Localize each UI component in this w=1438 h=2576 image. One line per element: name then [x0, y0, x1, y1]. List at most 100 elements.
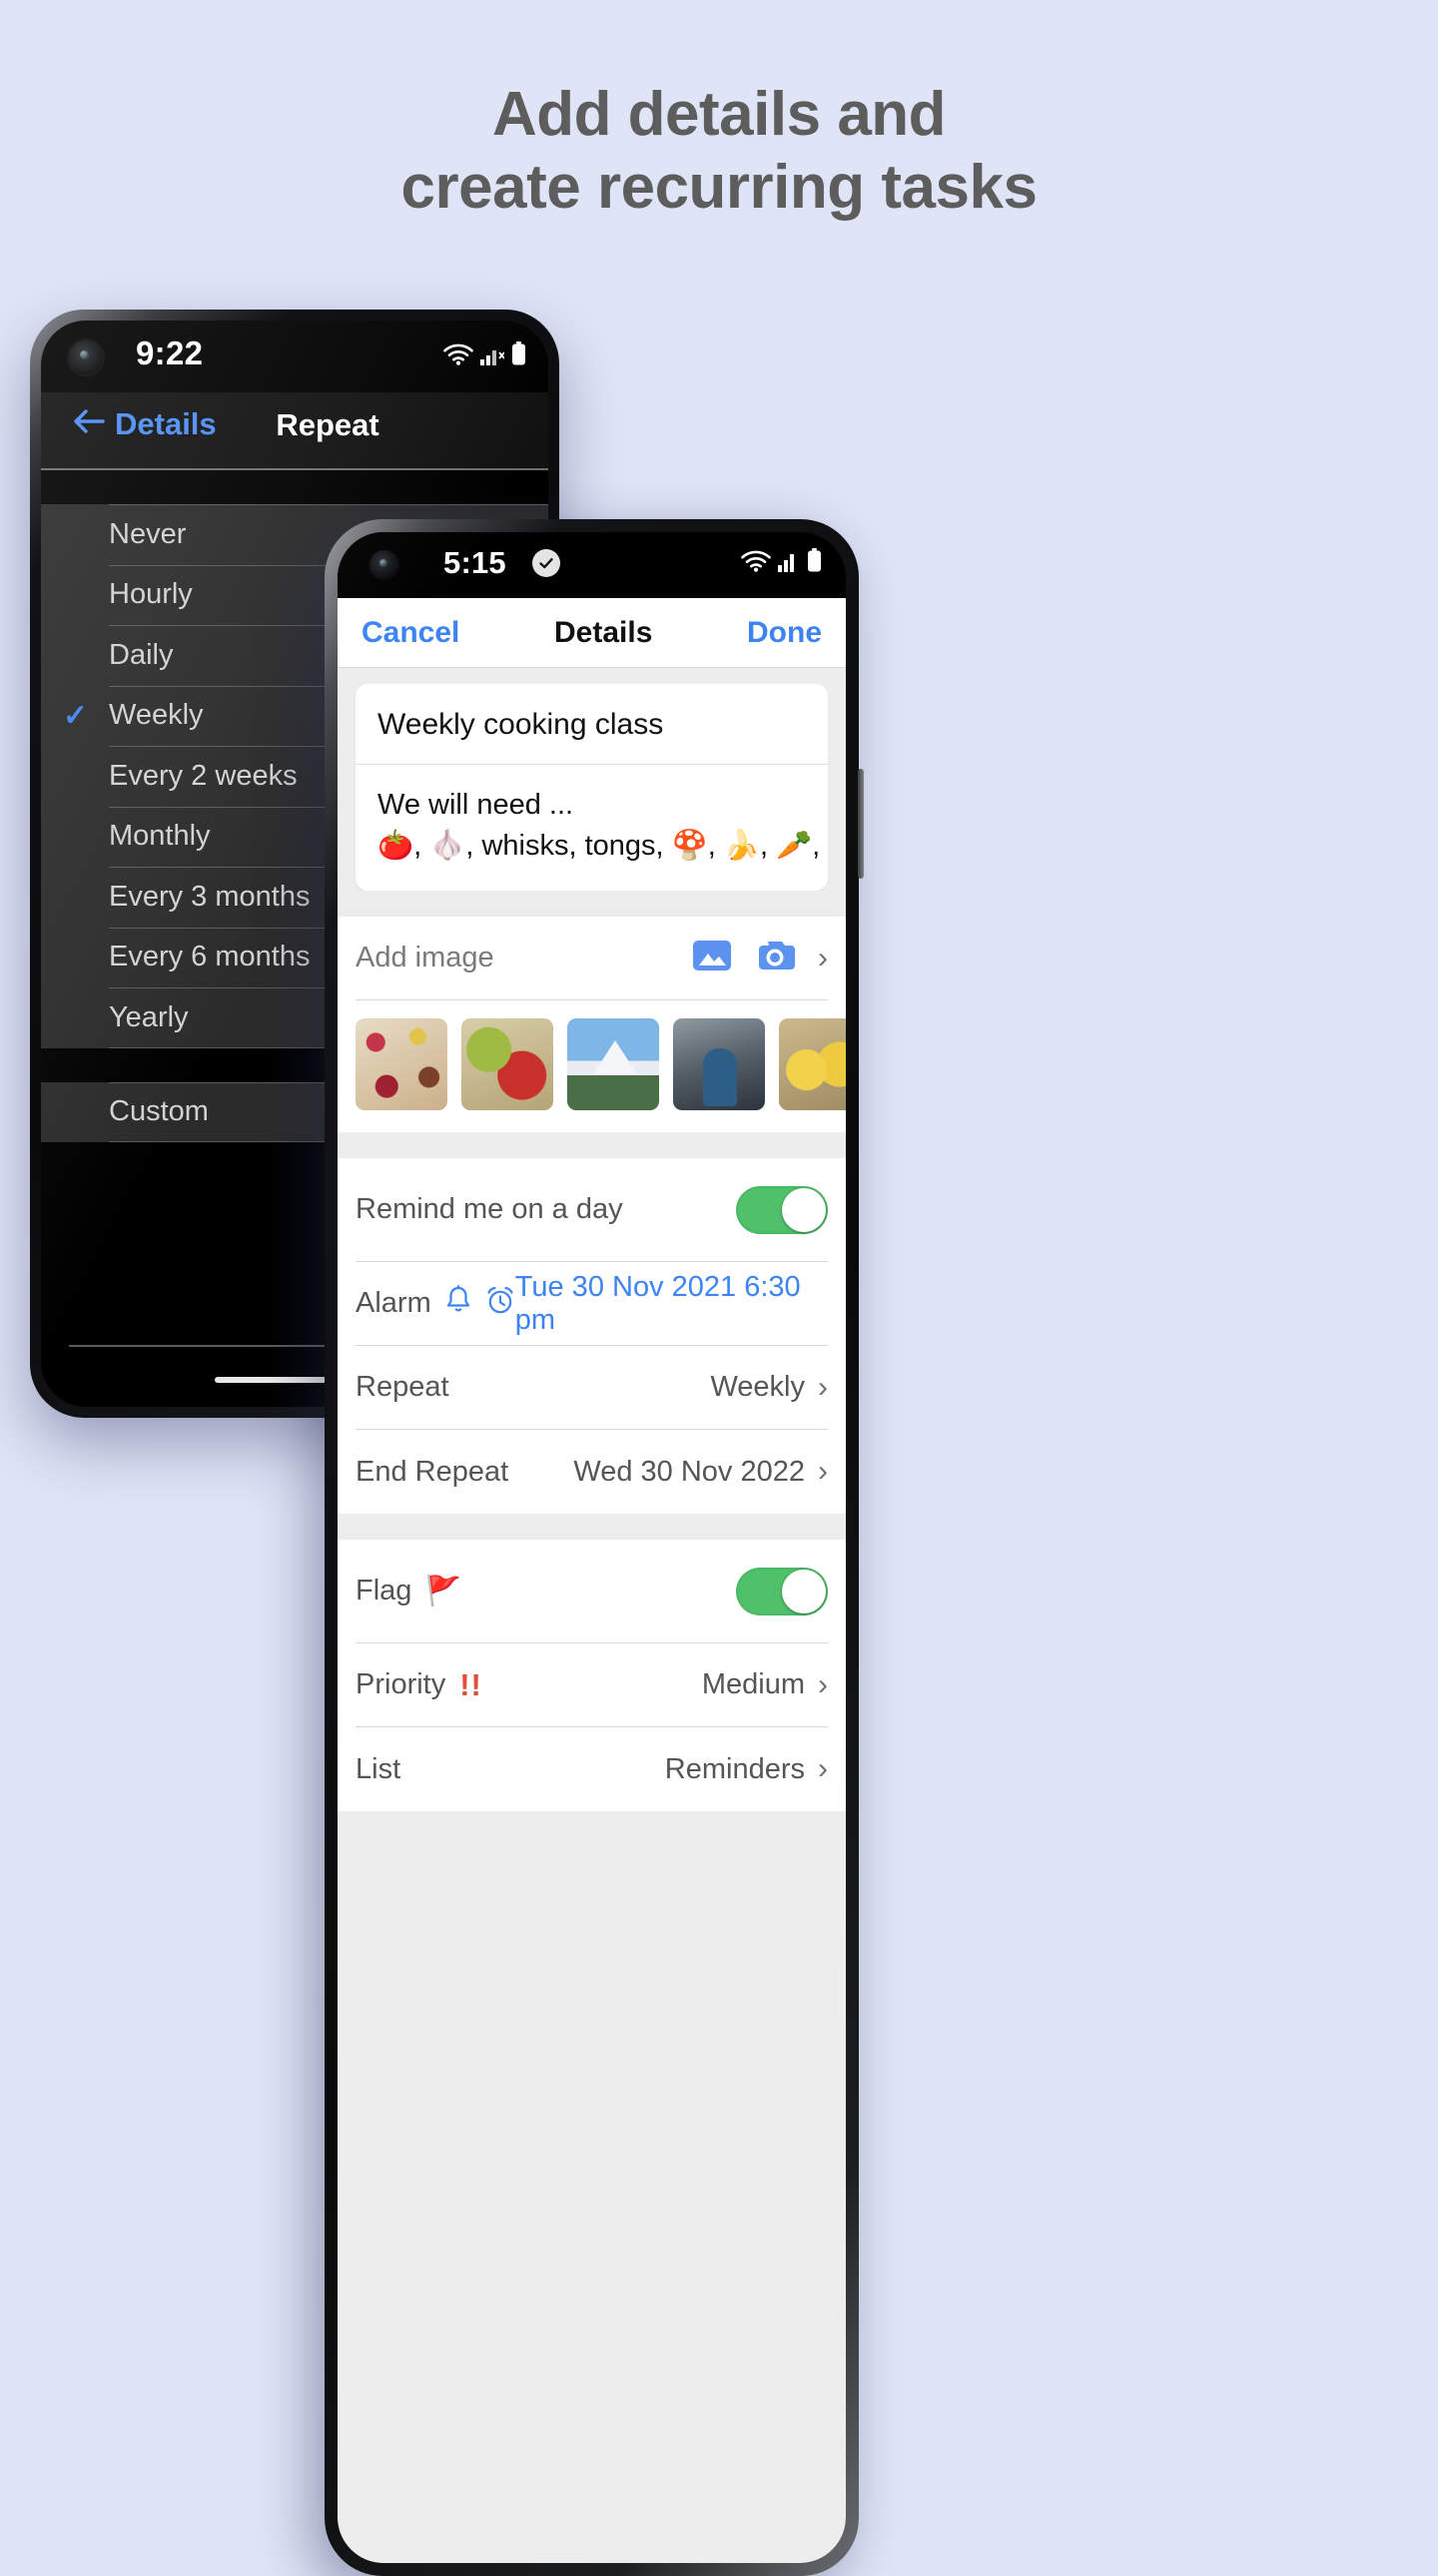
toggle-knob	[782, 1569, 826, 1613]
alarm-label: Alarm	[356, 1287, 431, 1320]
repeat-option-label: Every 3 months	[109, 880, 311, 913]
flag-toggle[interactable]	[736, 1567, 828, 1615]
headline-line-2: create recurring tasks	[400, 153, 1038, 223]
alarm-value[interactable]: Tue 30 Nov 2021 6:30 pm	[515, 1271, 828, 1337]
back-status-bar: 9:22	[41, 321, 548, 392]
repeat-value: Weekly	[710, 1371, 805, 1404]
back-nav-title: Repeat	[276, 407, 379, 442]
flag-label: Flag	[356, 1575, 412, 1608]
done-button[interactable]: Done	[747, 616, 822, 650]
chevron-right-icon: ›	[818, 1370, 828, 1404]
list-row[interactable]: List Reminders ›	[356, 1727, 828, 1811]
image-icon[interactable]	[692, 938, 732, 978]
flag-row[interactable]: Flag 🚩	[356, 1540, 828, 1644]
section-gap	[338, 891, 846, 918]
toggle-track[interactable]	[736, 1567, 828, 1615]
repeat-option-label: Weekly	[109, 699, 204, 732]
section-gap	[338, 1514, 846, 1541]
remind-me-label: Remind me on a day	[356, 1193, 623, 1226]
list-value: Reminders	[664, 1752, 805, 1785]
front-status-time: 5:15	[443, 545, 506, 580]
alarm-row[interactable]: Alarm Tue 30 Nov 2021 6:30 pm	[356, 1262, 828, 1347]
cellular-signal-icon	[778, 550, 800, 577]
toggle-track[interactable]	[736, 1185, 828, 1234]
front-camera-punch-hole-icon	[369, 550, 399, 580]
task-title-input[interactable]: Weekly cooking class	[356, 684, 828, 765]
camera-icon[interactable]	[754, 938, 796, 978]
alarm-label-group: Alarm	[356, 1284, 515, 1323]
thumbnail-chicks[interactable]	[779, 1018, 846, 1111]
end-repeat-row[interactable]: End Repeat Wed 30 Nov 2022 ›	[356, 1430, 828, 1514]
repeat-option-label: Every 2 weeks	[109, 759, 298, 792]
flag-label-group: Flag 🚩	[356, 1575, 462, 1609]
add-image-row[interactable]: Add image ›	[356, 917, 828, 1001]
priority-label-group: Priority !!	[356, 1667, 482, 1703]
repeat-option-label: Daily	[109, 638, 174, 671]
headline-line-1: Add details and	[491, 80, 947, 149]
remind-me-on-a-day-row[interactable]: Remind me on a day	[356, 1158, 828, 1263]
repeat-label: Repeat	[356, 1371, 449, 1404]
front-status-icons	[741, 548, 822, 577]
thumbnail-fruit-platter[interactable]	[356, 1018, 447, 1111]
list-value-group[interactable]: Reminders ›	[665, 1753, 828, 1786]
priority-exclamation-icon: !!	[459, 1666, 482, 1702]
alarm-clock-icon	[485, 1285, 515, 1323]
cancel-button[interactable]: Cancel	[361, 616, 459, 650]
power-button[interactable]	[858, 769, 864, 879]
toggle-knob	[782, 1187, 826, 1232]
repeat-option-label: Custom	[109, 1095, 209, 1128]
back-divider-line	[69, 1345, 337, 1347]
priority-value: Medium	[701, 1668, 805, 1701]
thumbnail-person-hiking[interactable]	[673, 1018, 765, 1111]
priority-value-group[interactable]: Medium ›	[702, 1668, 828, 1701]
meta-section: Flag 🚩 Priority !! Medium › List Reminde…	[338, 1540, 846, 1812]
repeat-option-label: Hourly	[109, 578, 193, 611]
priority-label: Priority	[356, 1668, 446, 1701]
page-headline: Add details and create recurring tasks	[0, 78, 1438, 224]
repeat-option-label: Never	[109, 517, 187, 550]
repeat-value-group[interactable]: Weekly ›	[710, 1371, 828, 1404]
checkmark-icon: ✓	[63, 699, 89, 733]
page-title: Details	[554, 615, 653, 649]
thumbnail-grapes-apple[interactable]	[461, 1018, 553, 1111]
chevron-right-icon[interactable]: ›	[818, 943, 828, 973]
end-repeat-label: End Repeat	[356, 1455, 509, 1488]
flag-icon: 🚩	[425, 1575, 462, 1608]
check-circle-icon	[532, 549, 560, 577]
end-repeat-value: Wed 30 Nov 2022	[573, 1455, 805, 1488]
chevron-right-icon: ›	[818, 1667, 828, 1701]
list-label: List	[356, 1752, 401, 1785]
images-section: Add image ›	[338, 917, 846, 1133]
task-notes-line-2: 🍅, 🧄, whisks, tongs, 🍄, 🍌, 🥕, 🫑	[377, 830, 828, 863]
chevron-right-icon: ›	[818, 1455, 828, 1489]
repeat-option-label: Every 6 months	[109, 941, 311, 973]
task-notes-line-1: We will need ...	[377, 789, 574, 821]
battery-icon	[807, 548, 822, 577]
note-card-wrapper: Weekly cooking class We will need ... 🍅,…	[338, 668, 846, 892]
repeat-option-label: Monthly	[109, 820, 211, 853]
note-card: Weekly cooking class We will need ... 🍅,…	[356, 684, 828, 892]
front-phone-device: 5:15 Cancel Details Done Weekly cooking …	[325, 519, 864, 2576]
remind-me-toggle[interactable]	[736, 1185, 828, 1234]
back-nav-bar: Details Repeat	[41, 392, 548, 470]
chevron-right-icon: ›	[818, 1752, 828, 1786]
front-status-bar: 5:15	[338, 532, 846, 598]
front-phone-screen: 5:15 Cancel Details Done Weekly cooking …	[338, 532, 846, 2563]
back-list-top-gap	[41, 470, 548, 504]
task-notes-input[interactable]: We will need ... 🍅, 🧄, whisks, tongs, 🍄,…	[356, 765, 828, 891]
repeat-row[interactable]: Repeat Weekly ›	[356, 1346, 828, 1431]
back-status-icons	[443, 341, 526, 370]
end-repeat-value-group[interactable]: Wed 30 Nov 2022 ›	[573, 1456, 828, 1489]
reminder-section: Remind me on a day Alarm Tue 30 Nov 2021…	[338, 1158, 846, 1515]
thumbnail-mountain[interactable]	[567, 1018, 659, 1111]
battery-icon	[511, 341, 526, 370]
bell-icon	[445, 1284, 471, 1323]
details-nav-bar: Cancel Details Done	[338, 598, 846, 668]
back-status-time: 9:22	[136, 334, 204, 371]
section-gap	[338, 1132, 846, 1159]
priority-row[interactable]: Priority !! Medium ›	[356, 1643, 828, 1728]
cellular-signal-icon	[480, 345, 505, 370]
front-app-body: Cancel Details Done Weekly cooking class…	[338, 598, 846, 2563]
image-thumbnail-strip	[338, 1000, 846, 1132]
add-image-label: Add image	[356, 942, 494, 974]
